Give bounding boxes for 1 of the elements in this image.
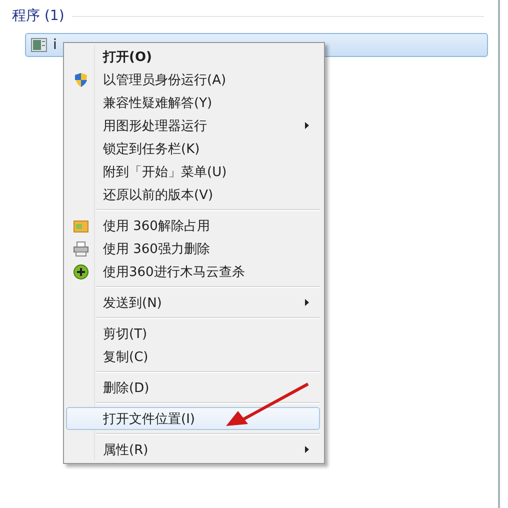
- section-heading: 程序 (1): [12, 7, 64, 25]
